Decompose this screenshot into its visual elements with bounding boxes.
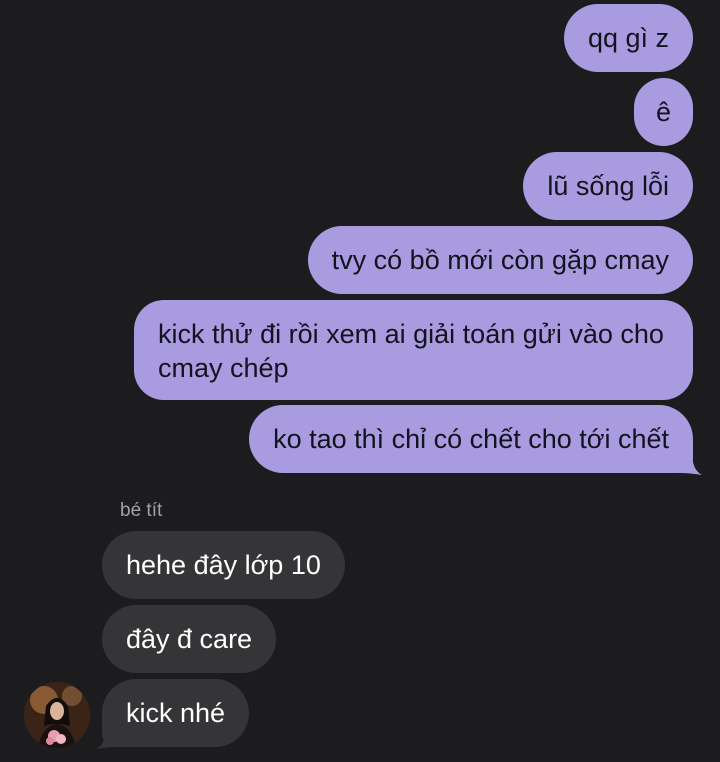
message-text: hehe đây lớp 10 [126,550,321,580]
outgoing-message[interactable]: lũ sống lỗi [523,152,693,220]
bubble-tail-icon [680,452,702,475]
chat-thread: qq gì z ê lũ sống lỗi tvy có bồ mới còn … [0,0,720,762]
message-text: ko tao thì chỉ có chết cho tới chết [273,424,669,454]
message-text: qq gì z [587,23,669,53]
incoming-message[interactable]: kick nhé [102,679,250,747]
incoming-message[interactable]: đây đ care [102,605,277,673]
message-text: kick nhé [126,698,226,728]
message-text: ê [655,97,671,127]
avatar[interactable] [24,682,90,748]
bubble-tail-icon [96,726,118,749]
message-text: lũ sống lỗi [547,171,669,201]
person-photo-icon [24,682,90,748]
outgoing-message[interactable]: tvy có bồ mới còn gặp cmay [307,226,693,294]
sender-name: bé tít [120,500,163,521]
outgoing-message[interactable]: kick thử đi rồi xem ai giải toán gửi vào… [134,300,693,400]
incoming-message[interactable]: hehe đây lớp 10 [102,531,345,599]
outgoing-message[interactable]: ê [633,78,693,146]
outgoing-message[interactable]: ko tao thì chỉ có chết cho tới chết [249,405,693,473]
message-text: đây đ care [126,624,253,654]
message-text: kick thử đi rồi xem ai giải toán gửi vào… [158,319,664,383]
outgoing-message[interactable]: qq gì z [563,4,693,72]
message-text: tvy có bồ mới còn gặp cmay [331,245,669,275]
